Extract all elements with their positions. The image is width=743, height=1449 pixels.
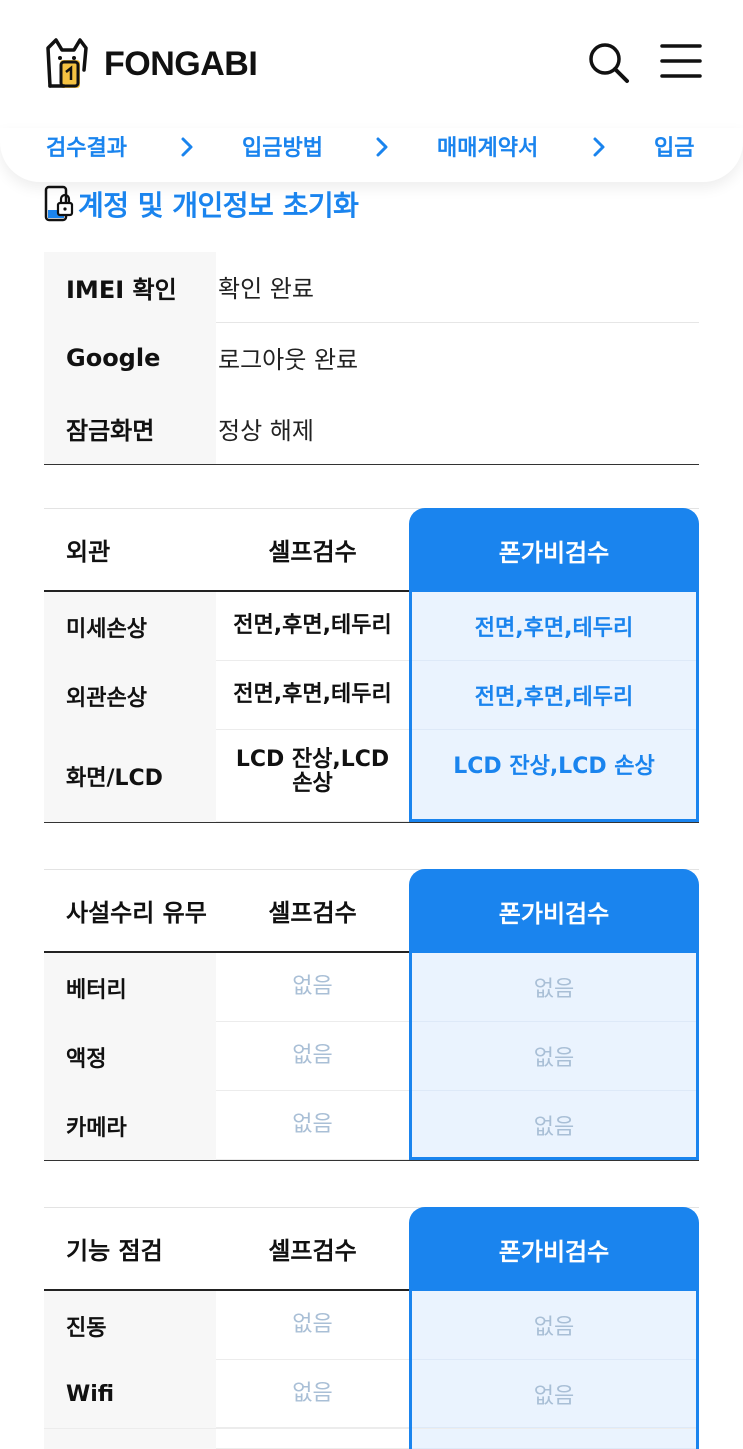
header-category: 외관 — [66, 538, 111, 566]
table-row: 진동 없음 없음 — [44, 1291, 699, 1360]
section-title: 계정 및 개인정보 초기화 — [44, 184, 359, 224]
table-body: 진동 없음 없음 Wifi 없음 없음 — [44, 1291, 699, 1449]
self-value: 전면,후면,테두리 — [216, 661, 409, 730]
logo-text: FONGABI — [104, 44, 258, 83]
chevron-right-icon — [593, 137, 605, 157]
header-fongabi-inspection: 폰가비검수 — [409, 869, 699, 954]
self-value: 없음 — [216, 1291, 409, 1360]
account-reset-table: IMEI 확인 확인 완료 Google 로그아웃 완료 잠금화면 정상 해제 — [44, 252, 699, 465]
self-value: 없음 — [216, 1022, 409, 1091]
row-label: IMEI 확인 — [44, 252, 216, 323]
fongabi-value: LCD 잔상,LCD 손상 — [409, 730, 699, 822]
table-row: IMEI 확인 확인 완료 — [44, 252, 699, 323]
fongabi-value: 없음 — [409, 1291, 699, 1360]
self-value: 전면,후면,테두리 — [216, 592, 409, 661]
table-row: 잠금화면 정상 해제 — [44, 393, 699, 464]
table-row: 미세손상 전면,후면,테두리 전면,후면,테두리 — [44, 592, 699, 661]
self-value: LCD 잔상,LCD 손상 — [216, 730, 409, 822]
row-value: 정상 해제 — [218, 416, 314, 445]
self-value: 없음 — [216, 1360, 409, 1428]
table-row: Wifi 없음 없음 — [44, 1360, 699, 1429]
fongabi-value: 없음 — [409, 1091, 699, 1160]
fongabi-value: 없음 — [409, 953, 699, 1022]
appearance-compare-table: 외관 셀프검수 폰가비검수 미세손상 전면,후면,테두리 전면,후면,테두리 외… — [44, 508, 699, 823]
step-payment-method[interactable]: 입금방법 — [242, 130, 323, 162]
row-label: 외관손상 — [44, 661, 216, 730]
app-header: FONGABI — [0, 0, 743, 128]
self-value: 없음 — [216, 1091, 409, 1160]
header-self-inspection: 셀프검수 — [268, 1237, 357, 1265]
table-row: 카메라 없음 없음 — [44, 1091, 699, 1160]
row-label: 진동 — [44, 1291, 216, 1360]
header-fongabi-inspection: 폰가비검수 — [409, 1207, 699, 1292]
table-header: 사설수리 유무 셀프검수 폰가비검수 — [44, 869, 699, 954]
row-label — [44, 1429, 216, 1449]
fongabi-value — [409, 1429, 699, 1449]
row-label: 액정 — [44, 1022, 216, 1091]
row-label: Wifi — [44, 1360, 216, 1428]
function-compare-table: 기능 점검 셀프검수 폰가비검수 진동 없음 없음 Wifi 없음 없음 — [44, 1207, 699, 1449]
table-header: 외관 셀프검수 폰가비검수 — [44, 508, 699, 593]
header-self-inspection: 셀프검수 — [268, 538, 357, 566]
fongabi-value: 없음 — [409, 1022, 699, 1091]
fongabi-value: 없음 — [409, 1360, 699, 1428]
progress-steps: 검수결과 입금방법 매매계약서 입금 — [0, 128, 743, 182]
row-label: 미세손상 — [44, 592, 216, 661]
step-inspection-result[interactable]: 검수결과 — [46, 130, 127, 162]
step-sales-contract[interactable]: 매매계약서 — [437, 130, 538, 162]
table-header: 기능 점검 셀프검수 폰가비검수 — [44, 1207, 699, 1292]
table-row-partial — [44, 1429, 699, 1449]
table-row: Google 로그아웃 완료 — [44, 322, 699, 394]
header-fongabi-inspection: 폰가비검수 — [409, 508, 699, 593]
row-label: 카메라 — [44, 1091, 216, 1160]
self-value: 없음 — [216, 953, 409, 1022]
table-row: 화면/LCD LCD 잔상,LCD 손상 LCD 잔상,LCD 손상 — [44, 730, 699, 822]
table-body: 베터리 없음 없음 액정 없음 없음 카메라 없음 없음 — [44, 953, 699, 1161]
chevron-right-icon — [181, 137, 193, 157]
chevron-right-icon — [376, 137, 388, 157]
header-category: 사설수리 유무 — [66, 899, 207, 927]
table-row: 외관손상 전면,후면,테두리 전면,후면,테두리 — [44, 661, 699, 730]
table-row: 액정 없음 없음 — [44, 1022, 699, 1091]
logo[interactable]: FONGABI — [44, 38, 258, 90]
hamburger-menu-icon[interactable] — [660, 42, 702, 80]
fongabi-value: 전면,후면,테두리 — [409, 592, 699, 661]
section-title-text: 계정 및 개인정보 초기화 — [78, 189, 359, 222]
phone-lock-icon — [44, 185, 74, 222]
row-label: Google — [44, 322, 216, 394]
table-row: 베터리 없음 없음 — [44, 953, 699, 1022]
step-deposit[interactable]: 입금 — [654, 130, 694, 162]
row-value: 확인 완료 — [216, 252, 699, 323]
search-icon[interactable] — [586, 40, 630, 84]
row-label: 화면/LCD — [44, 730, 216, 822]
row-label: 잠금화면 — [44, 393, 216, 464]
repair-compare-table: 사설수리 유무 셀프검수 폰가비검수 베터리 없음 없음 액정 없음 없음 카메… — [44, 869, 699, 1161]
row-value: 로그아웃 완료 — [218, 346, 359, 375]
header-self-inspection: 셀프검수 — [268, 899, 357, 927]
cat-phone-logo-icon — [46, 38, 88, 88]
table-body: 미세손상 전면,후면,테두리 전면,후면,테두리 외관손상 전면,후면,테두리 … — [44, 592, 699, 823]
header-category: 기능 점검 — [66, 1237, 163, 1265]
fongabi-value: 전면,후면,테두리 — [409, 661, 699, 730]
row-label: 베터리 — [44, 953, 216, 1022]
self-value — [216, 1429, 409, 1449]
